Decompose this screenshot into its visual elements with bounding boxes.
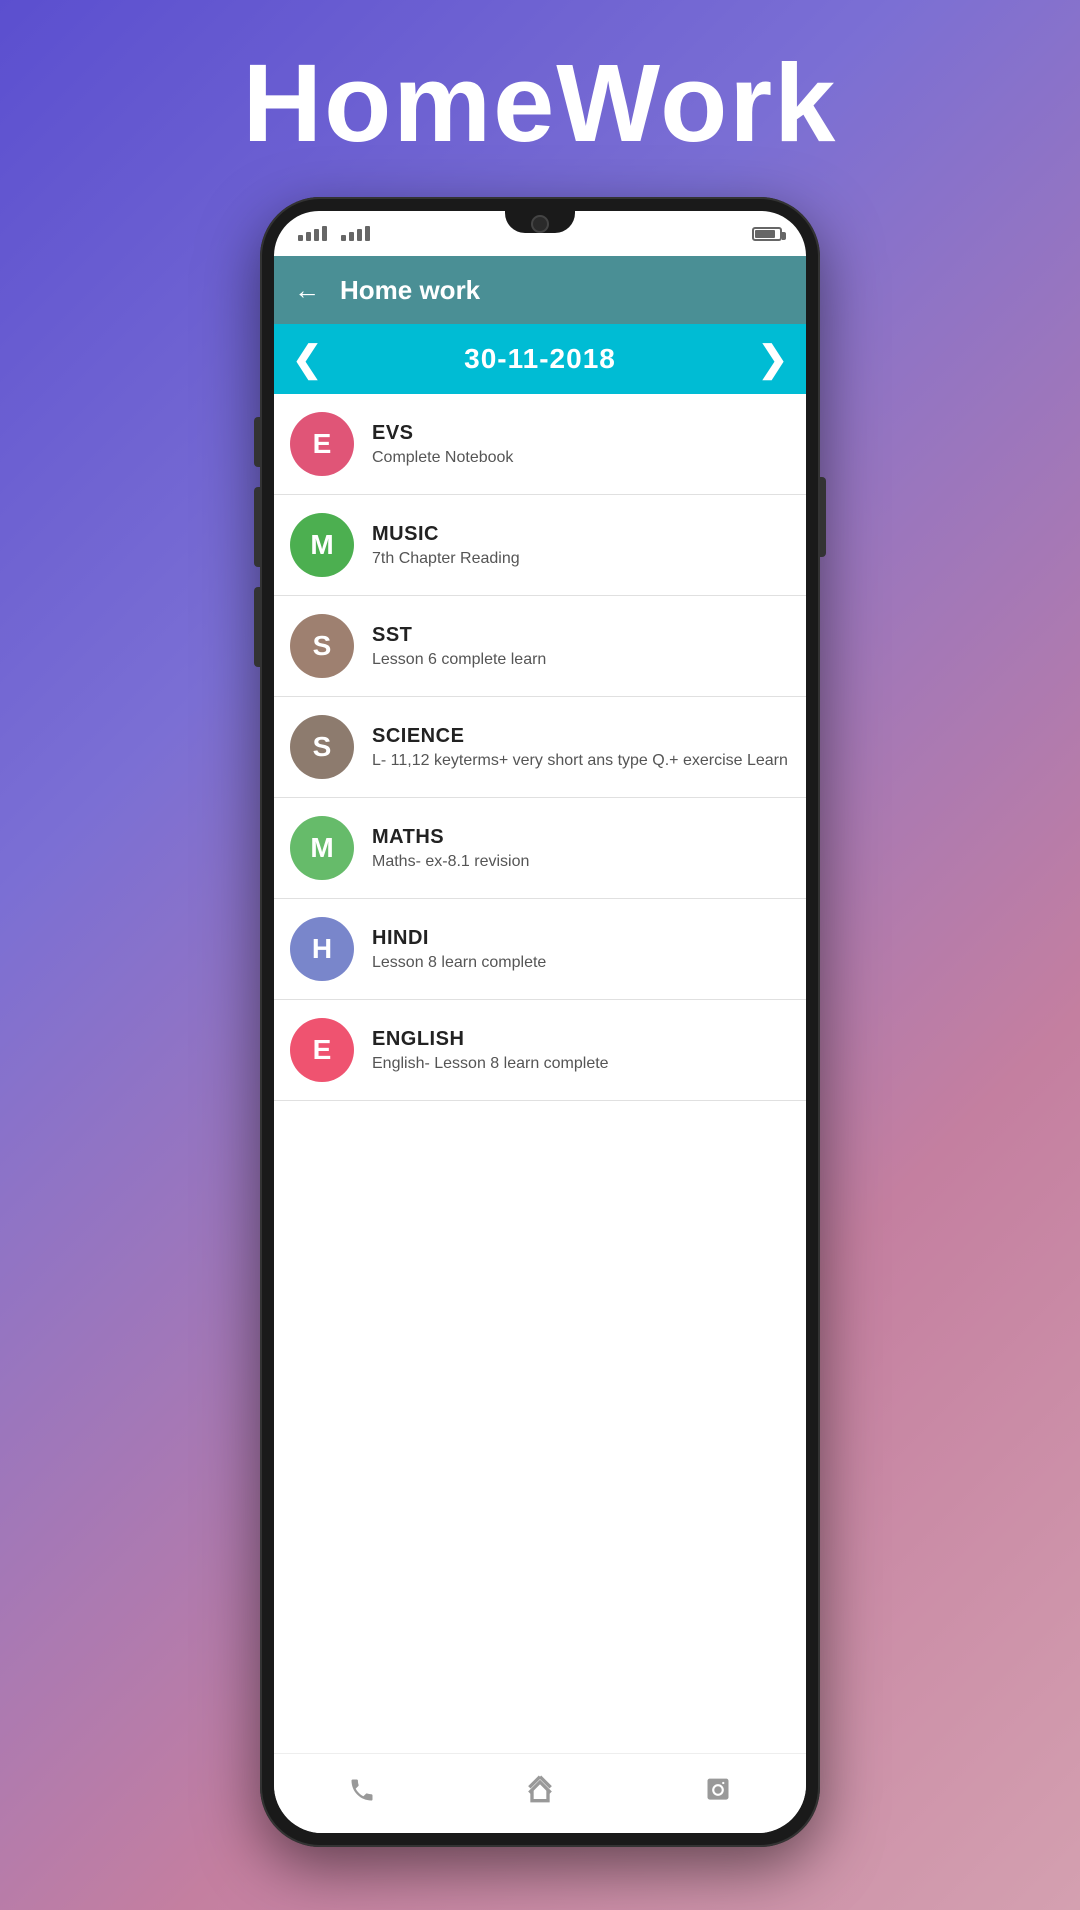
date-prev-button[interactable]: ❮ bbox=[292, 338, 322, 380]
camera-nav-icon[interactable] bbox=[704, 1776, 732, 1811]
subject-name: HINDI bbox=[372, 927, 790, 950]
signal-indicator bbox=[298, 226, 370, 241]
subject-description: Complete Notebook bbox=[372, 449, 790, 467]
subject-info: SST Lesson 6 complete learn bbox=[372, 624, 790, 669]
date-next-button[interactable]: ❯ bbox=[758, 338, 788, 380]
power-button bbox=[818, 477, 826, 557]
subject-description: 7th Chapter Reading bbox=[372, 550, 790, 568]
subject-item[interactable]: M MUSIC 7th Chapter Reading bbox=[274, 495, 806, 596]
home-nav-icon[interactable] bbox=[524, 1774, 556, 1813]
subject-item[interactable]: S SCIENCE L- 11,12 keyterms+ very short an… bbox=[274, 697, 806, 798]
signal-bar-3 bbox=[314, 229, 319, 241]
subject-info: ENGLISH English- Lesson 8 learn complete bbox=[372, 1028, 790, 1073]
signal-bar-8 bbox=[365, 226, 370, 241]
subject-avatar: H bbox=[290, 917, 354, 981]
subject-info: EVS Complete Notebook bbox=[372, 422, 790, 467]
subject-avatar: E bbox=[290, 412, 354, 476]
subject-description: English- Lesson 8 learn complete bbox=[372, 1055, 790, 1073]
subject-item[interactable]: M MATHS Maths- ex-8.1 revision bbox=[274, 798, 806, 899]
signal-bar-1 bbox=[298, 235, 303, 241]
subject-avatar: M bbox=[290, 816, 354, 880]
subject-name: MATHS bbox=[372, 826, 790, 849]
subject-name: ENGLISH bbox=[372, 1028, 790, 1051]
signal-bar-7 bbox=[357, 229, 362, 241]
subject-name: EVS bbox=[372, 422, 790, 445]
subject-name: MUSIC bbox=[372, 523, 790, 546]
subject-info: SCIENCE L- 11,12 keyterms+ very short ans… bbox=[372, 725, 790, 770]
volume-down-button bbox=[254, 587, 262, 667]
subject-description: Lesson 6 complete learn bbox=[372, 651, 790, 669]
subject-description: Maths- ex-8.1 revision bbox=[372, 853, 790, 871]
date-nav-bar: ❮ 30-11-2018 ❯ bbox=[274, 324, 806, 394]
battery-fill bbox=[755, 230, 775, 238]
subject-info: MATHS Maths- ex-8.1 revision bbox=[372, 826, 790, 871]
front-camera bbox=[531, 215, 549, 233]
subject-item[interactable]: S SST Lesson 6 complete learn bbox=[274, 596, 806, 697]
subject-item[interactable]: E ENGLISH English- Lesson 8 learn complete bbox=[274, 1000, 806, 1101]
signal-bar-6 bbox=[349, 232, 354, 241]
subject-name: SST bbox=[372, 624, 790, 647]
back-button[interactable]: ← bbox=[294, 275, 320, 306]
subject-avatar: M bbox=[290, 513, 354, 577]
signal-bar-4 bbox=[322, 226, 327, 241]
subject-item[interactable]: H HINDI Lesson 8 learn complete bbox=[274, 899, 806, 1000]
subject-avatar: E bbox=[290, 1018, 354, 1082]
subject-info: HINDI Lesson 8 learn complete bbox=[372, 927, 790, 972]
subject-name: SCIENCE bbox=[372, 725, 790, 748]
subject-item[interactable]: E EVS Complete Notebook bbox=[274, 394, 806, 495]
app-screen: ← Home work ❮ 30-11-2018 ❯ E EVS Complete … bbox=[274, 256, 806, 1833]
subject-avatar: S bbox=[290, 715, 354, 779]
app-topbar: ← Home work bbox=[274, 256, 806, 324]
subject-info: MUSIC 7th Chapter Reading bbox=[372, 523, 790, 568]
battery-indicator bbox=[752, 227, 782, 241]
subject-avatar: S bbox=[290, 614, 354, 678]
screen-title: Home work bbox=[340, 275, 480, 306]
phone-nav-icon[interactable] bbox=[348, 1776, 376, 1811]
signal-bar-5 bbox=[341, 235, 346, 241]
current-date: 30-11-2018 bbox=[464, 343, 616, 375]
signal-bar-2 bbox=[306, 232, 311, 241]
bottom-navigation bbox=[274, 1753, 806, 1833]
subject-description: L- 11,12 keyterms+ very short ans type Q… bbox=[372, 752, 790, 770]
app-title: HomeWork bbox=[243, 40, 838, 167]
volume-up-button bbox=[254, 487, 262, 567]
volume-silent-button bbox=[254, 417, 262, 467]
phone-mockup: ← Home work ❮ 30-11-2018 ❯ E EVS Complete … bbox=[260, 197, 820, 1847]
subject-list: E EVS Complete Notebook M MUSIC 7th Chapter R… bbox=[274, 394, 806, 1101]
subject-description: Lesson 8 learn complete bbox=[372, 954, 790, 972]
